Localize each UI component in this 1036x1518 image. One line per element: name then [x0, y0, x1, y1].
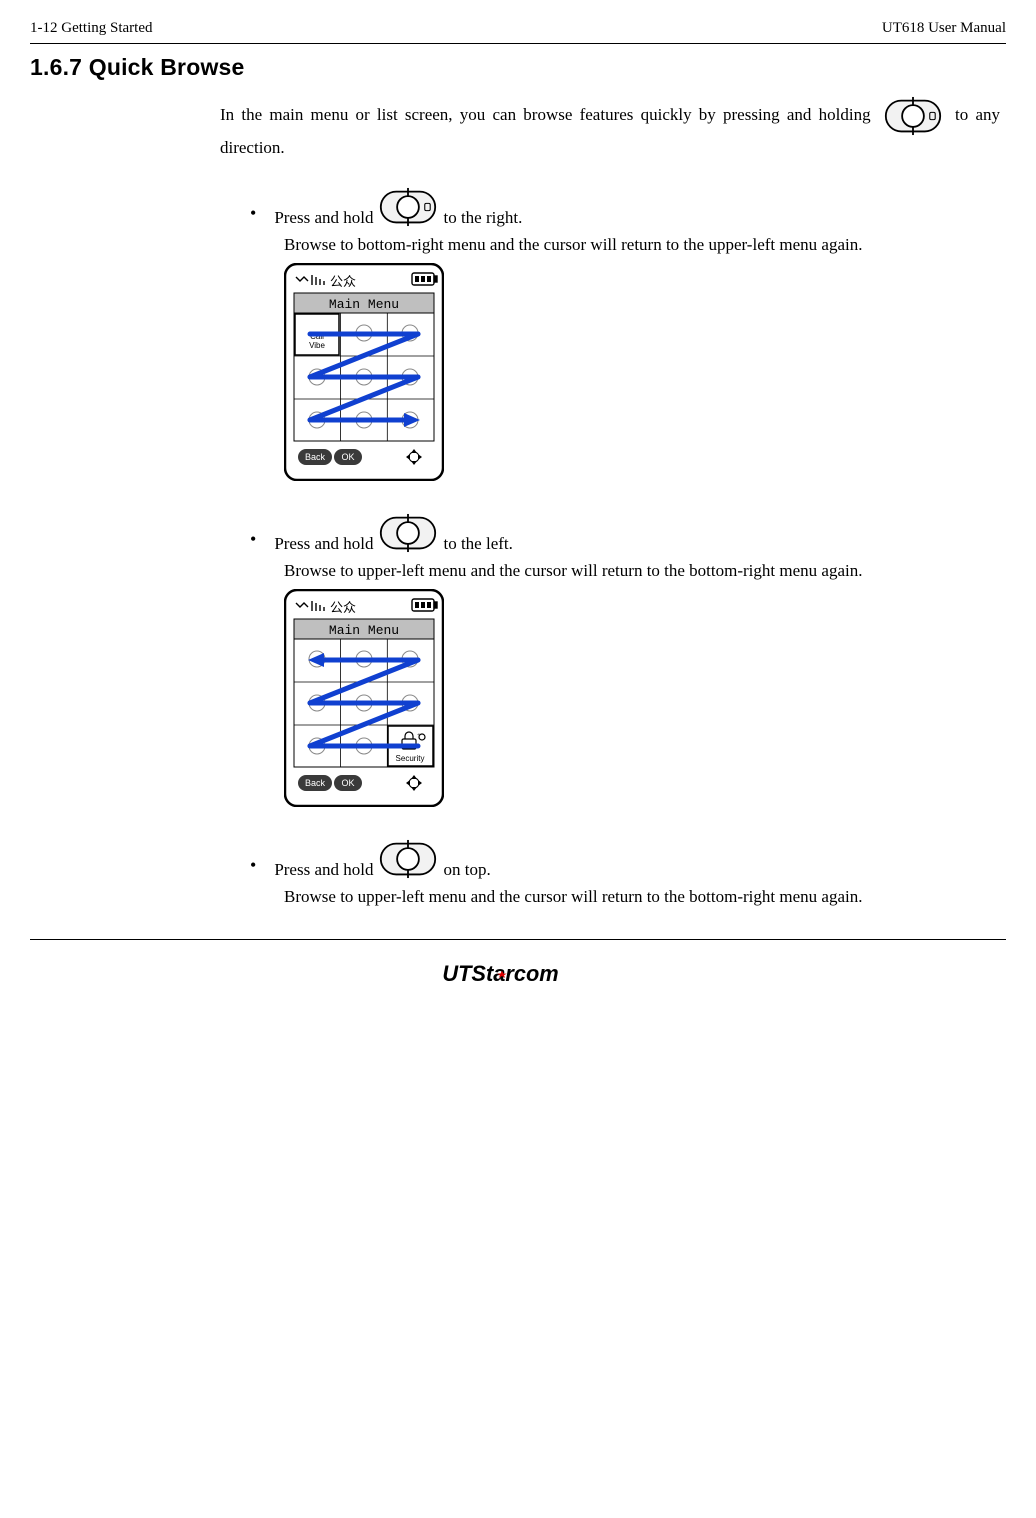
brand-prefix: UT	[442, 961, 473, 986]
body-content: In the main menu or list screen, you can…	[220, 95, 1000, 909]
header-right: UT618 User Manual	[882, 20, 1006, 37]
phone-figure-1: 公众 Main Menu	[284, 263, 1000, 486]
brand-rest: Starcom	[471, 961, 558, 986]
bullet2-lead: Press and hold	[274, 534, 373, 554]
bullet3-lead: Press and hold	[274, 860, 373, 880]
section-heading: 1.6.7 Quick Browse	[30, 54, 1006, 81]
header-left: 1-12 Getting Started	[30, 20, 152, 37]
figure2-title: Main Menu	[329, 623, 399, 638]
nav-key-icon	[373, 838, 443, 880]
softkey-back-2: Back	[305, 778, 326, 788]
intro-paragraph: In the main menu or list screen, you can…	[220, 95, 1000, 160]
bullet-marker: •	[250, 530, 256, 554]
page-header: 1-12 Getting Started UT618 User Manual	[30, 20, 1006, 37]
bullet-item-3: • Press and hold on top. Browse to upper…	[250, 838, 1000, 909]
bullet2-desc: Browse to upper-left menu and the cursor…	[284, 560, 1000, 583]
bullet3-trail: on top.	[443, 860, 490, 880]
svg-text:公众: 公众	[330, 274, 356, 289]
nav-key-icon	[878, 95, 948, 137]
bullet-marker: •	[250, 856, 256, 880]
footer-logo: UTStarcom	[30, 954, 1006, 998]
figure1-title: Main Menu	[329, 297, 399, 312]
bullet-marker: •	[250, 204, 256, 228]
bullet1-lead: Press and hold	[274, 208, 373, 228]
svg-text:公众: 公众	[330, 600, 356, 615]
softkey-back-1: Back	[305, 452, 326, 462]
nav-key-icon	[373, 512, 443, 554]
figure2-br-label: Security	[396, 754, 425, 763]
bullet1-trail: to the right.	[443, 208, 522, 228]
intro-text-before: In the main menu or list screen, you can…	[220, 105, 878, 124]
figure1-tl-label-2: Vibe	[309, 341, 325, 350]
softkey-ok-1: OK	[341, 452, 354, 462]
bottom-rule	[30, 939, 1006, 940]
bullet3-desc: Browse to upper-left menu and the cursor…	[284, 886, 1000, 909]
phone-figure-2: 公众 Main Menu	[284, 589, 1000, 812]
bullet-item-2: • Press and hold to the left. Browse to …	[250, 512, 1000, 812]
nav-key-icon	[373, 186, 443, 228]
bullet2-trail: to the left.	[443, 534, 512, 554]
top-rule	[30, 43, 1006, 44]
bullet1-desc: Browse to bottom-right menu and the curs…	[284, 234, 1000, 257]
softkey-ok-2: OK	[341, 778, 354, 788]
bullet-item-1: • Press and hold to the right. Browse to…	[250, 186, 1000, 486]
